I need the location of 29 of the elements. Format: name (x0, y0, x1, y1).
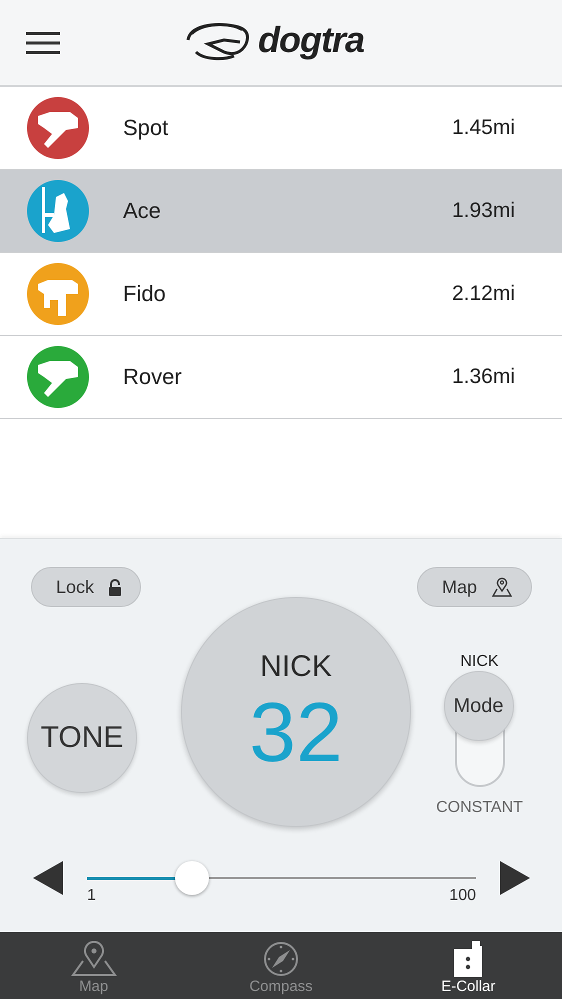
mode-option[interactable]: CONSTANT (436, 799, 523, 817)
slider-thumb[interactable] (175, 861, 210, 895)
slider-max-label: 100 (449, 887, 476, 905)
dog-distance: 2.12mi (452, 282, 515, 306)
slider-min-label: 1 (87, 887, 96, 905)
dog-name: Spot (123, 115, 170, 141)
decrease-arrow-icon[interactable] (33, 861, 63, 895)
map-button[interactable]: Map (416, 567, 532, 607)
dog-row[interactable]: Ace 1.93mi (0, 170, 562, 253)
logo-text: dogtra (258, 19, 364, 61)
mode-label: NICK (260, 650, 332, 684)
level-value: 32 (249, 690, 343, 774)
dog-name: Rover (123, 364, 183, 390)
tone-button[interactable]: TONE (27, 683, 137, 793)
lock-button[interactable]: Lock (31, 567, 142, 607)
tab[interactable]: E-Collar (374, 932, 562, 999)
dog-name: Fido (123, 281, 167, 307)
mode-option[interactable]: NICK (460, 653, 499, 671)
map-pin-icon (491, 577, 513, 597)
compass-icon (262, 941, 300, 977)
collar-device-icon (454, 941, 482, 977)
level-dial[interactable]: NICK 32 (181, 597, 411, 827)
increase-arrow-icon[interactable] (500, 861, 530, 895)
dog-name: Ace (123, 198, 162, 224)
map-pin-icon (70, 941, 117, 977)
dog-distance: 1.45mi (452, 116, 515, 140)
dog-distance: 1.93mi (452, 199, 515, 223)
dog-distance: 1.36mi (452, 365, 515, 389)
menu-icon[interactable] (26, 30, 60, 54)
